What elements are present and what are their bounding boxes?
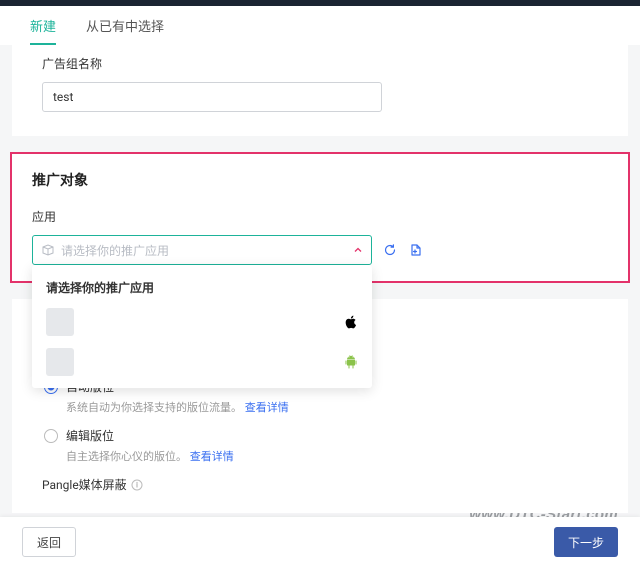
chevron-up-icon — [353, 241, 363, 260]
tabs: 新建 从已有中选择 — [0, 6, 640, 45]
back-button[interactable]: 返回 — [22, 527, 76, 557]
footer: 返回 下一步 — [0, 517, 640, 567]
dropdown-title: 请选择你的推广应用 — [32, 271, 372, 302]
next-button[interactable]: 下一步 — [554, 527, 618, 557]
app-thumb — [46, 348, 74, 376]
box-icon — [41, 243, 55, 257]
app-label: 应用 — [12, 202, 628, 235]
app-dropdown: 请选择你的推广应用 — [32, 265, 372, 388]
target-section-title: 推广对象 — [12, 154, 628, 202]
dropdown-item-1[interactable] — [32, 342, 372, 382]
apple-icon — [344, 315, 358, 329]
radio-edit-row[interactable]: 编辑版位 — [44, 427, 598, 444]
radio-auto-desc: 系统自动为你选择支持的版位流量。 查看详情 — [66, 399, 598, 415]
adgroup-name-input[interactable] — [42, 82, 382, 112]
target-section-highlight: 推广对象 应用 请选择你的推广应用 请选择你的推广应用 — [10, 152, 630, 283]
adgroup-name-label: 广告组名称 — [42, 55, 598, 72]
radio-edit[interactable] — [44, 429, 58, 443]
radio-edit-label: 编辑版位 — [66, 427, 114, 444]
dropdown-item-0[interactable] — [32, 302, 372, 342]
info-icon — [131, 479, 143, 491]
app-select[interactable]: 请选择你的推广应用 — [32, 235, 372, 265]
tab-new[interactable]: 新建 — [30, 6, 56, 45]
add-app-button[interactable] — [408, 242, 424, 258]
edit-detail-link[interactable]: 查看详情 — [190, 450, 234, 463]
refresh-button[interactable] — [382, 242, 398, 258]
app-thumb — [46, 308, 74, 336]
tab-from-existing[interactable]: 从已有中选择 — [86, 6, 164, 45]
radio-edit-desc: 自主选择你心仪的版位。 查看详情 — [66, 448, 598, 464]
app-select-placeholder: 请选择你的推广应用 — [61, 242, 343, 259]
pangle-label: Pangle媒体屏蔽 — [42, 476, 598, 493]
auto-detail-link[interactable]: 查看详情 — [245, 401, 289, 414]
adgroup-card: 广告组名称 — [12, 45, 628, 136]
android-icon — [344, 355, 358, 369]
